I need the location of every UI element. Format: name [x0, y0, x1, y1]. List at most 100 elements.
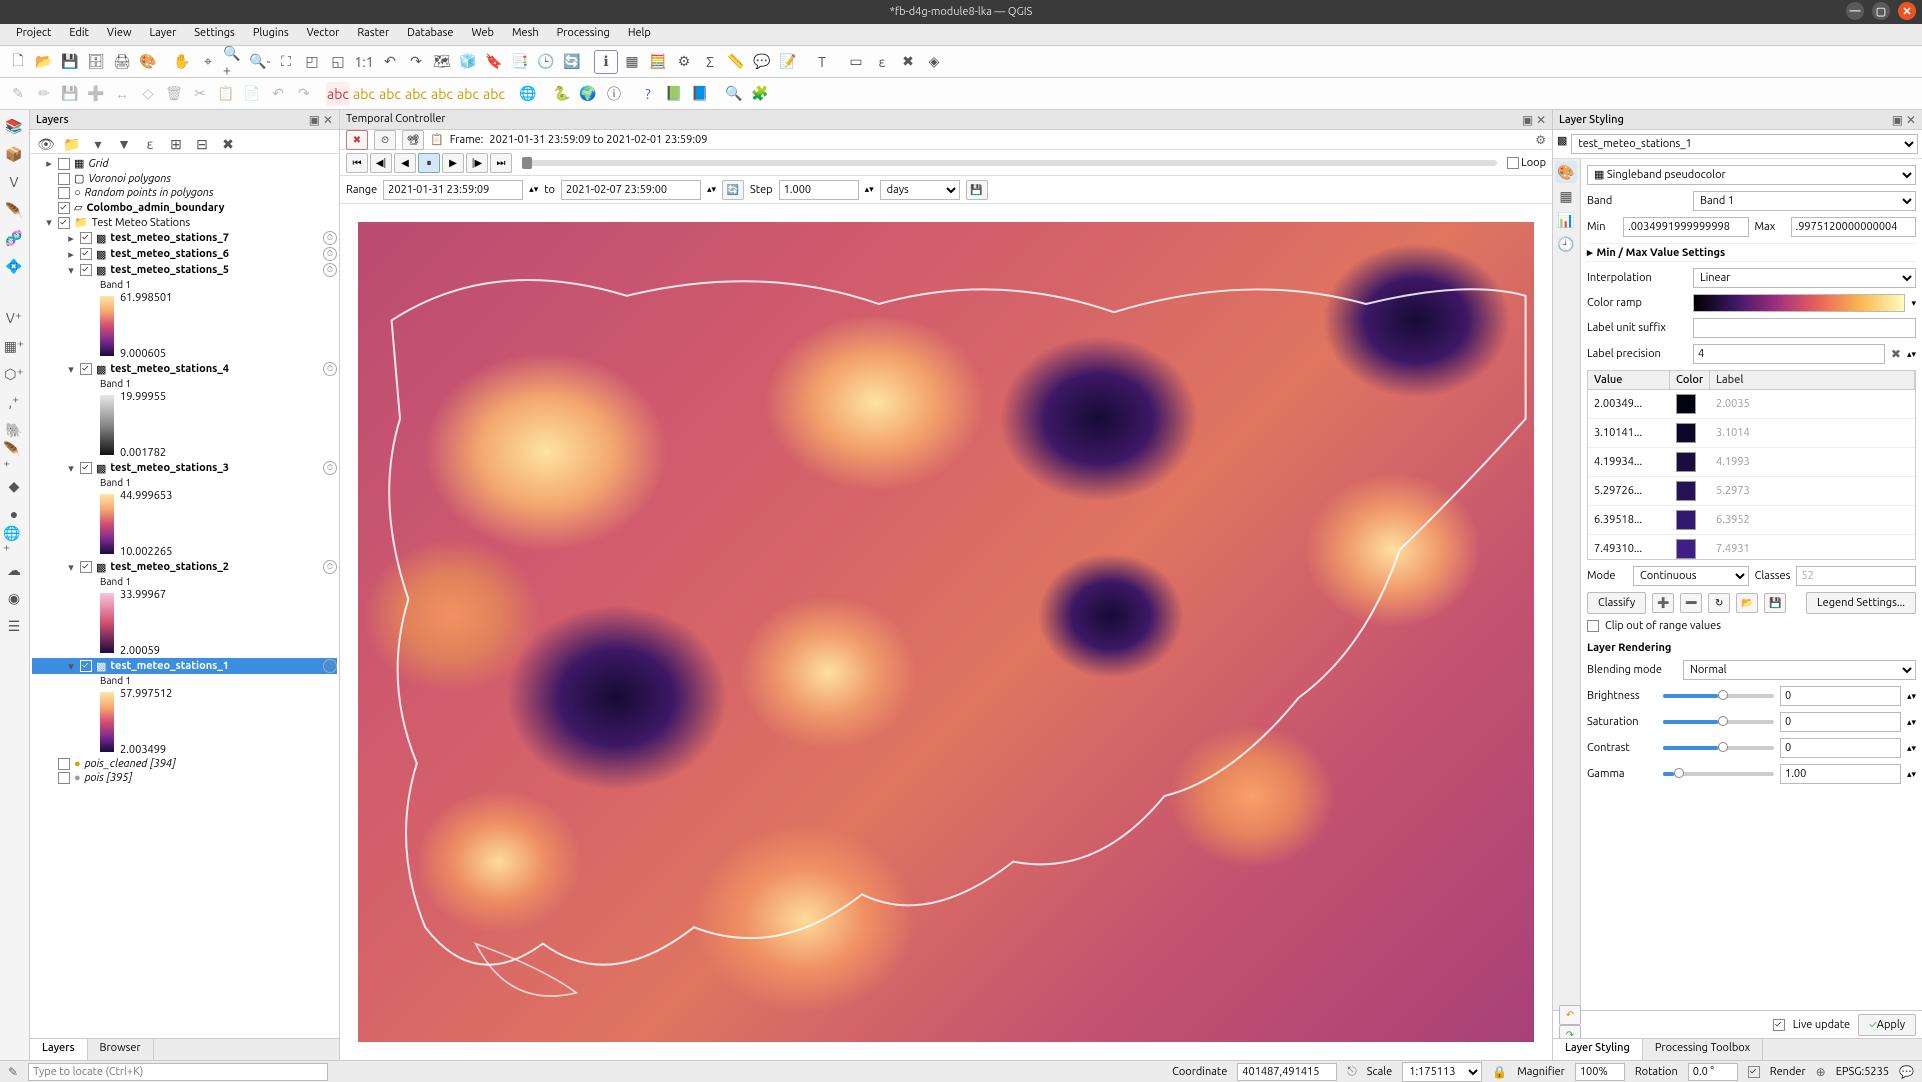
new-geopackage-icon[interactable]: 📦 — [2, 142, 26, 166]
class-swatch[interactable] — [1676, 539, 1696, 559]
style-manager-icon[interactable]: 🎨 — [136, 50, 160, 74]
temporal-disable-icon[interactable]: ✖ — [346, 130, 368, 150]
undo-icon[interactable]: ↶ — [266, 82, 290, 106]
map-canvas[interactable] — [340, 204, 1552, 1060]
min-input[interactable] — [1623, 217, 1749, 237]
expander-icon[interactable]: ▾ — [66, 264, 76, 277]
expander-icon[interactable]: ▾ — [66, 363, 76, 376]
tab-layers[interactable]: Layers — [30, 1039, 88, 1060]
minmax-settings-header[interactable]: ▸Min / Max Value Settings — [1587, 243, 1916, 262]
pan-to-selection-icon[interactable]: ⌖ — [196, 50, 220, 74]
open-table-icon[interactable]: ▦ — [620, 50, 644, 74]
layer-checkbox[interactable] — [58, 758, 70, 770]
gamma-slider[interactable] — [1663, 772, 1774, 776]
osm-icon[interactable]: 🌐 — [516, 82, 540, 106]
menu-processing[interactable]: Processing — [549, 24, 618, 45]
range-to-input[interactable] — [561, 180, 701, 200]
new-map-view-icon[interactable]: 🗺 — [430, 50, 454, 74]
python-console-icon[interactable]: 🐍 — [550, 82, 574, 106]
step-forward-icon[interactable]: |▶ — [466, 153, 488, 173]
text-annotation-icon[interactable]: T — [810, 50, 834, 74]
class-row[interactable]: 5.29726...5.2973 — [1588, 477, 1915, 506]
coord-input[interactable] — [1237, 1063, 1337, 1081]
layer-checkbox[interactable] — [80, 462, 92, 474]
max-input[interactable] — [1791, 217, 1917, 237]
class-swatch[interactable] — [1676, 452, 1696, 472]
label-2-icon[interactable]: abc — [378, 82, 402, 106]
fast-forward-end-icon[interactable]: ⏭ — [490, 153, 512, 173]
clip-checkbox[interactable] — [1587, 620, 1599, 632]
label-3-icon[interactable]: abc — [404, 82, 428, 106]
class-row[interactable]: 7.49310...7.4931 — [1588, 535, 1915, 560]
gamma-input[interactable] — [1780, 764, 1901, 784]
layer-checkbox[interactable] — [58, 173, 70, 185]
class-swatch[interactable] — [1676, 394, 1696, 414]
apply-button[interactable]: ✓Apply — [1858, 1014, 1916, 1036]
step-back-icon[interactable]: ◀| — [370, 153, 392, 173]
styling-layer-select[interactable]: test_meteo_stations_1 — [1571, 134, 1918, 154]
crs-icon[interactable]: ⊕ — [1816, 1065, 1826, 1079]
layer-tms-7[interactable]: test_meteo_stations_7 — [110, 232, 229, 244]
blending-mode-select[interactable]: Normal — [1683, 660, 1916, 680]
brightness-slider[interactable] — [1663, 694, 1774, 698]
zoom-full-icon[interactable]: ⛶ — [274, 50, 298, 74]
expander-icon[interactable]: ▸ — [66, 232, 76, 245]
add-xyz-icon[interactable]: ☰ — [2, 614, 26, 638]
suffix-input[interactable] — [1693, 318, 1916, 338]
rewind-start-icon[interactable]: ⏮ — [346, 153, 368, 173]
add-raster-icon[interactable]: ▦⁺ — [2, 334, 26, 358]
tab-browser[interactable]: Browser — [88, 1039, 154, 1060]
histogram-tab-icon[interactable]: 📊 — [1555, 209, 1577, 231]
annotations-icon[interactable]: 📝 — [776, 50, 800, 74]
measure-icon[interactable]: 📏 — [724, 50, 748, 74]
refresh-icon[interactable]: 🔄 — [560, 50, 584, 74]
plugin-globe-icon[interactable]: 🌍 — [576, 82, 600, 106]
label-4-icon[interactable]: abc — [430, 82, 454, 106]
spinner-icon[interactable]: ▴▾ — [1907, 349, 1916, 360]
tab-processing-toolbox[interactable]: Processing Toolbox — [1643, 1039, 1763, 1060]
class-row[interactable]: 3.10141...3.1014 — [1588, 419, 1915, 448]
classes-input[interactable] — [1796, 566, 1916, 586]
new-shp-icon[interactable]: V — [2, 170, 26, 194]
menu-mesh[interactable]: Mesh — [504, 24, 547, 45]
new-3d-view-icon[interactable]: 🧊 — [456, 50, 480, 74]
temporal-fixed-range-icon[interactable]: ⏲ — [374, 130, 396, 150]
node-tool-icon[interactable]: ◇ — [136, 82, 160, 106]
expand-all-icon[interactable]: ⊞ — [164, 132, 188, 156]
paste-features-icon[interactable]: 📄 — [240, 82, 264, 106]
cut-features-icon[interactable]: ✂ — [188, 82, 212, 106]
scale-select[interactable]: 1:175113 — [1402, 1062, 1482, 1082]
map-tips-icon[interactable]: 💬 — [750, 50, 774, 74]
current-edits-icon[interactable]: ✎ — [6, 82, 30, 106]
mode-select[interactable]: Continuous — [1633, 566, 1749, 586]
temporal-controller-icon[interactable]: 🕒 — [534, 50, 558, 74]
magnifier-input[interactable] — [1575, 1063, 1625, 1081]
expander-icon[interactable]: ▸ — [66, 248, 76, 261]
manage-themes-icon[interactable]: ▾ — [86, 132, 110, 156]
class-swatch[interactable] — [1676, 423, 1696, 443]
add-vector-icon[interactable]: V⁺ — [2, 306, 26, 330]
save-colormap-icon[interactable]: 💾 — [1764, 593, 1786, 613]
color-ramp-select[interactable] — [1693, 294, 1905, 312]
layer-grid[interactable]: Grid — [88, 158, 108, 170]
select-all-icon[interactable]: ◈ — [922, 50, 946, 74]
menu-edit[interactable]: Edit — [61, 24, 97, 45]
toggle-extents-icon[interactable]: ⎋ — [1347, 1065, 1357, 1079]
open-datasource-icon[interactable]: 📚 — [2, 114, 26, 138]
collapse-all-icon[interactable]: ⊟ — [190, 132, 214, 156]
show-bookmarks-icon[interactable]: 📑 — [508, 50, 532, 74]
add-class-icon[interactable]: ➕ — [1652, 593, 1674, 613]
expander-icon[interactable]: ▾ — [66, 660, 76, 673]
clear-icon[interactable]: ✖ — [1891, 347, 1901, 361]
add-spatialite-icon[interactable]: 🪶⁺ — [2, 446, 26, 470]
layers-tree[interactable]: ▸▦Grid ▢Voronoi polygons ○Random points … — [30, 154, 339, 1038]
filter-legend-icon[interactable]: ▼ — [112, 132, 136, 156]
plugin-c-icon[interactable]: 🧩 — [748, 82, 772, 106]
layer-colombo-boundary[interactable]: Colombo_admin_boundary — [86, 202, 224, 214]
expander-icon[interactable]: ▾ — [66, 462, 76, 475]
classes-table[interactable]: ValueColorLabel 2.00349...2.00353.10141.… — [1587, 370, 1916, 560]
layer-voronoi[interactable]: Voronoi polygons — [88, 173, 171, 185]
zoom-last-icon[interactable]: ↶ — [378, 50, 402, 74]
save-as-icon[interactable]: 🗄 — [84, 50, 108, 74]
menu-web[interactable]: Web — [463, 24, 502, 45]
